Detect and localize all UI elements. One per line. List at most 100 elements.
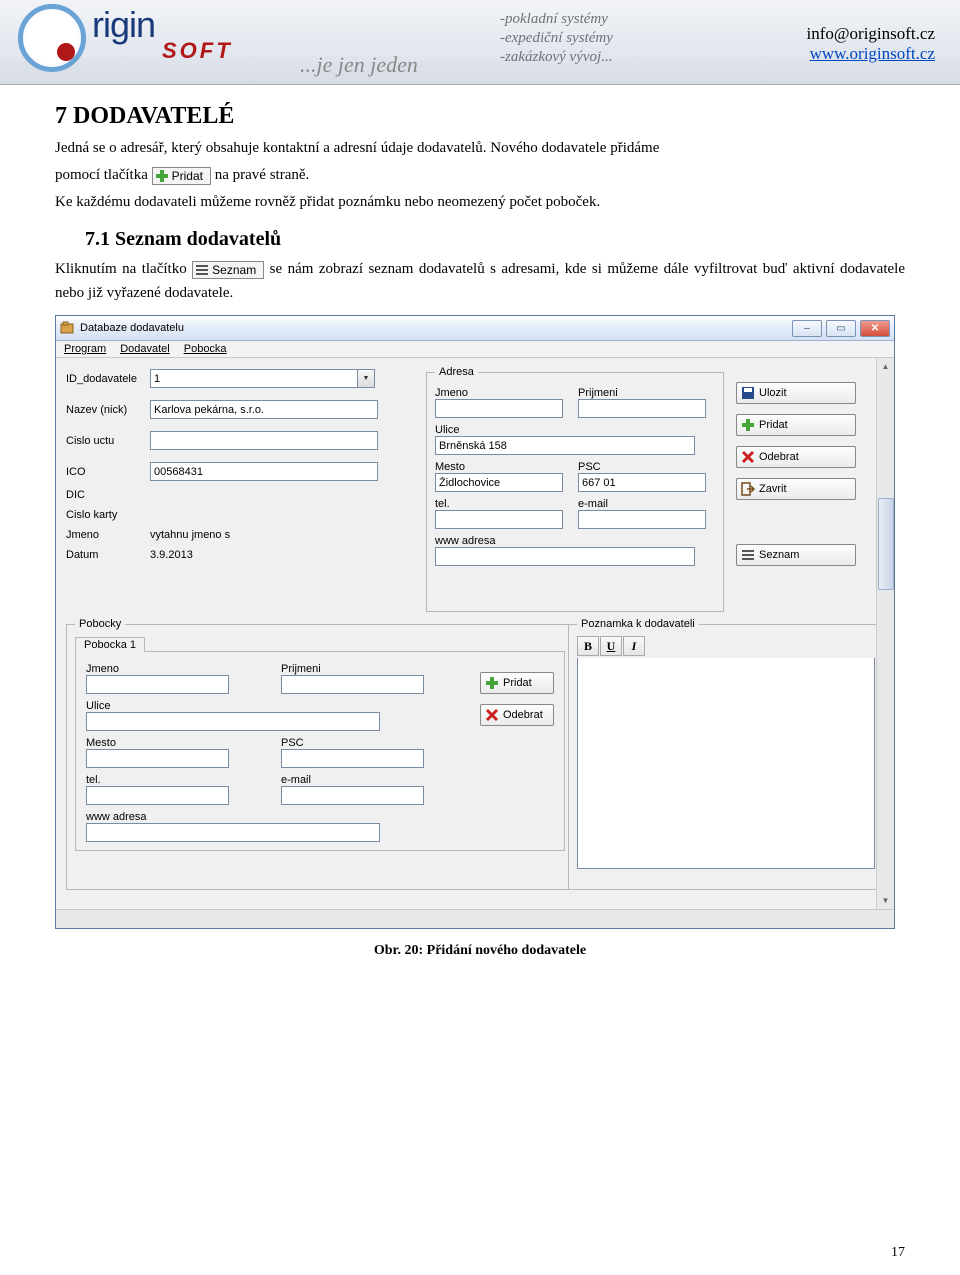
pobocka-jmeno-input[interactable] <box>86 675 229 694</box>
minimize-button[interactable]: – <box>792 320 822 337</box>
button-label: Seznam <box>759 549 799 561</box>
nazev-label: Nazev (nick) <box>66 404 144 416</box>
adresa-ulice-label: Ulice <box>435 424 715 436</box>
paragraph: Jedná se o adresář, který obsahuje konta… <box>55 136 905 160</box>
contact-web-link[interactable]: www.originsoft.cz <box>810 44 935 63</box>
chevron-down-icon[interactable]: ▼ <box>357 370 374 387</box>
pobocka-tel-input[interactable] <box>86 786 229 805</box>
pobocka-www-label: www adresa <box>86 811 470 823</box>
adresa-jmeno-input[interactable] <box>435 399 563 418</box>
scrollbar[interactable]: ▲ ▼ <box>876 358 894 909</box>
close-button[interactable]: ✕ <box>860 320 890 337</box>
cislo-uctu-label: Cislo uctu <box>66 435 144 447</box>
pridat-button[interactable]: Pridat <box>736 414 856 436</box>
titlebar: Databaze dodavatelu – ▭ ✕ <box>56 316 894 341</box>
id-dodavatele-combo[interactable]: 1 ▼ <box>150 369 375 388</box>
datum-label: Datum <box>66 549 144 561</box>
contact-email: info@originsoft.cz <box>807 24 936 44</box>
scroll-thumb[interactable] <box>878 498 894 590</box>
left-column: ID_dodavatele 1 ▼ Nazev (nick) Cislo uct… <box>66 366 416 564</box>
scroll-down-icon[interactable]: ▼ <box>877 892 894 909</box>
id-dodavatele-label: ID_dodavatele <box>66 373 144 385</box>
poznamka-textarea[interactable] <box>577 658 875 869</box>
app-window: Databaze dodavatelu – ▭ ✕ Program Dodava… <box>55 315 895 929</box>
adresa-legend: Adresa <box>435 366 478 378</box>
logo-icon <box>18 4 86 72</box>
seznam-button[interactable]: Seznam <box>736 544 856 566</box>
adresa-www-input[interactable] <box>435 547 695 566</box>
pobocky-group: Pobocky Pobocka 1 Jmeno <box>66 618 574 890</box>
ulozit-button[interactable]: Ulozit <box>736 382 856 404</box>
odebrat-button[interactable]: Odebrat <box>736 446 856 468</box>
button-label: Odebrat <box>503 709 543 721</box>
button-label: Seznam <box>212 263 256 277</box>
adresa-ulice-input[interactable] <box>435 436 695 455</box>
app-icon <box>60 321 74 335</box>
paragraph: pomocí tlačítka Pridat na pravé straně. <box>55 163 905 187</box>
save-icon <box>741 386 755 400</box>
button-label: Ulozit <box>759 387 787 399</box>
pobocka-odebrat-button[interactable]: Odebrat <box>480 704 554 726</box>
bold-button[interactable]: B <box>577 636 599 656</box>
section-heading: 7 DODAVATELÉ <box>55 103 905 130</box>
scroll-up-icon[interactable]: ▲ <box>877 358 894 375</box>
subsection-heading: 7.1 Seznam dodavatelů <box>85 228 905 251</box>
pobocka-prijmeni-label: Prijmeni <box>281 663 470 675</box>
adresa-tel-input[interactable] <box>435 510 563 529</box>
client-area: ID_dodavatele 1 ▼ Nazev (nick) Cislo uct… <box>56 358 894 909</box>
poznamka-group: Poznamka k dodavateli B U I <box>568 618 882 890</box>
datum-value: 3.9.2013 <box>150 549 193 561</box>
tag-line: -expediční systémy <box>500 29 613 48</box>
pobocka-jmeno-label: Jmeno <box>86 663 275 675</box>
adresa-mesto-input[interactable] <box>435 473 563 492</box>
pobocka-tab[interactable]: Pobocka 1 <box>75 637 145 652</box>
list-icon <box>741 548 755 562</box>
pobocka-tel-label: tel. <box>86 774 275 786</box>
pobocka-email-input[interactable] <box>281 786 424 805</box>
ico-label: ICO <box>66 466 144 478</box>
pridat-button-inline[interactable]: Pridat <box>152 167 211 185</box>
cislo-karty-label: Cislo karty <box>66 509 144 521</box>
combo-value: 1 <box>154 373 160 385</box>
pobocka-prijmeni-input[interactable] <box>281 675 424 694</box>
pobocka-psc-input[interactable] <box>281 749 424 768</box>
menu-pobocka[interactable]: Pobocka <box>184 343 227 355</box>
adresa-email-input[interactable] <box>578 510 706 529</box>
adresa-email-label: e-mail <box>578 498 715 510</box>
paragraph-text: Kliknutím na tlačítko <box>55 261 192 277</box>
button-label: Zavrit <box>759 483 787 495</box>
nazev-input[interactable] <box>150 400 378 419</box>
page-number: 17 <box>891 1245 905 1261</box>
logo: rigin SOFT <box>18 4 163 72</box>
pobocka-email-label: e-mail <box>281 774 470 786</box>
pobocka-ulice-input[interactable] <box>86 712 380 731</box>
list-icon <box>195 263 209 277</box>
adresa-prijmeni-input[interactable] <box>578 399 706 418</box>
x-icon <box>485 708 499 722</box>
maximize-button[interactable]: ▭ <box>826 320 856 337</box>
cislo-uctu-input[interactable] <box>150 431 378 450</box>
x-icon <box>741 450 755 464</box>
jmeno-label: Jmeno <box>66 529 144 541</box>
underline-button[interactable]: U <box>600 636 622 656</box>
plus-icon <box>155 169 169 183</box>
pobocka-mesto-input[interactable] <box>86 749 229 768</box>
pobocka-www-input[interactable] <box>86 823 380 842</box>
paragraph-text: pomocí tlačítka <box>55 167 152 183</box>
pobocky-legend: Pobocky <box>75 618 125 630</box>
pobocka-mesto-label: Mesto <box>86 737 275 749</box>
paragraph: Kliknutím na tlačítko Seznam se nám zobr… <box>55 257 905 305</box>
italic-button[interactable]: I <box>623 636 645 656</box>
header-tags: -pokladní systémy -expediční systémy -za… <box>500 10 613 66</box>
menu-program[interactable]: Program <box>64 343 106 355</box>
menu-dodavatel[interactable]: Dodavatel <box>120 343 170 355</box>
ico-input[interactable] <box>150 462 378 481</box>
pobocka-pridat-button[interactable]: Pridat <box>480 672 554 694</box>
adresa-psc-input[interactable] <box>578 473 706 492</box>
paragraph-text: na pravé straně. <box>215 167 310 183</box>
zavrit-button[interactable]: Zavrit <box>736 478 856 500</box>
poznamka-legend: Poznamka k dodavateli <box>577 618 699 630</box>
seznam-button-inline[interactable]: Seznam <box>192 261 264 279</box>
exit-icon <box>741 482 755 496</box>
adresa-psc-label: PSC <box>578 461 715 473</box>
